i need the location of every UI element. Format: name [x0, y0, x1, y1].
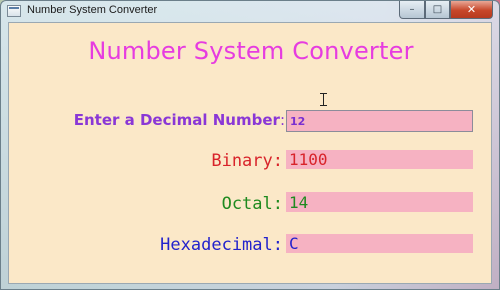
minimize-button[interactable]: – [399, 1, 425, 19]
converter-panel: Number System Converter Enter a Decimal … [8, 22, 492, 284]
hexadecimal-label: Hexadecimal: [160, 235, 283, 255]
window-controls: – □ ✕ [399, 1, 493, 19]
window-title: Number System Converter [27, 4, 158, 16]
minimize-icon: – [409, 4, 415, 15]
title-bar[interactable]: Number System Converter – □ ✕ [1, 1, 499, 21]
page-title: Number System Converter [88, 37, 414, 65]
maximize-button[interactable]: □ [425, 1, 450, 19]
binary-label: Binary: [211, 151, 283, 171]
binary-output[interactable] [286, 150, 473, 169]
app-window: Number System Converter – □ ✕ Number Sys… [0, 0, 500, 290]
text-cursor-icon [320, 93, 329, 106]
octal-output[interactable] [286, 192, 473, 212]
decimal-label: Enter a Decimal Number: [39, 111, 285, 129]
decimal-input[interactable] [286, 110, 473, 132]
decimal-label-text: Enter a Decimal Number [73, 111, 280, 129]
close-icon: ✕ [466, 3, 477, 16]
hexadecimal-output[interactable] [286, 234, 473, 253]
app-icon[interactable] [7, 5, 21, 17]
maximize-icon: □ [432, 4, 443, 15]
octal-label: Octal: [221, 194, 283, 214]
decimal-label-colon: : [279, 111, 285, 129]
close-button[interactable]: ✕ [450, 1, 493, 19]
